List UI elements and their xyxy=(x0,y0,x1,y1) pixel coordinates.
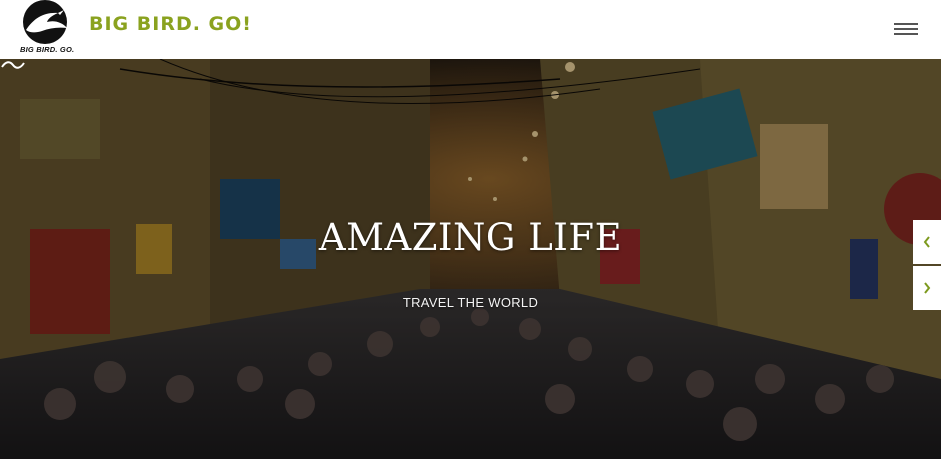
hamburger-menu-icon xyxy=(894,23,918,25)
tilde-icon xyxy=(1,61,25,69)
slider-next-button[interactable] xyxy=(913,266,941,310)
chevron-right-icon xyxy=(924,282,931,294)
brand-name[interactable]: BIG BIRD. GO! xyxy=(89,13,252,35)
hero-title: AMAZING LIFE xyxy=(318,216,623,259)
logo-caption: BIG BIRD. GO. xyxy=(20,45,75,54)
slider-prev-button[interactable] xyxy=(913,220,941,264)
hamburger-bar xyxy=(894,33,918,35)
hero-background-image xyxy=(0,59,941,459)
site-header: BIG BIRD. GO. BIG BIRD. GO! xyxy=(0,0,941,59)
hero-subtitle: TRAVEL THE WORLD xyxy=(402,295,539,310)
menu-button[interactable] xyxy=(893,21,919,37)
hero-slider: AMAZING LIFE TRAVEL THE WORLD xyxy=(0,59,941,459)
chevron-left-icon xyxy=(923,236,930,248)
hamburger-bar xyxy=(894,28,918,30)
